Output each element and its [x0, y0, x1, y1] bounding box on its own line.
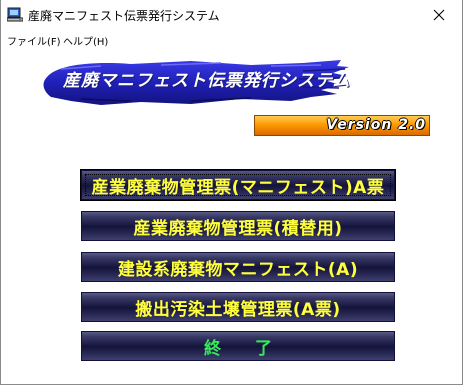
app-icon[interactable]: [6, 7, 24, 27]
app-window: 産廃マニフェスト伝票発行システム ファイル(F) ヘルプ(H) 産廃マニフェスト…: [0, 0, 463, 385]
version-label: Version 2.0: [326, 117, 426, 133]
contaminated-soil-button[interactable]: 搬出汚染土壌管理票(A票): [81, 292, 395, 322]
manifest-a-button[interactable]: 産業廃棄物管理票(マニフェスト)A票: [80, 169, 396, 201]
window-title: 産廃マニフェスト伝票発行システム: [28, 9, 220, 23]
transshipment-manifest-button[interactable]: 産業廃棄物管理票(積替用): [81, 211, 395, 241]
button-label: 産業廃棄物管理票(積替用): [133, 218, 343, 239]
close-button[interactable]: [416, 0, 462, 30]
menu-file[interactable]: ファイル(F): [7, 33, 61, 48]
button-label: 産業廃棄物管理票(マニフェスト)A票: [91, 177, 385, 198]
title-bar[interactable]: 産廃マニフェスト伝票発行システム: [1, 0, 462, 30]
banner-title: 産廃マニフェスト伝票発行システム: [63, 71, 351, 91]
button-label: 建設系廃棄物マニフェスト(A): [117, 259, 359, 280]
close-icon: [433, 9, 445, 21]
menu-bar: ファイル(F) ヘルプ(H): [1, 30, 462, 49]
menu-help[interactable]: ヘルプ(H): [63, 33, 108, 48]
button-label: 終 了: [204, 338, 272, 359]
construction-manifest-button[interactable]: 建設系廃棄物マニフェスト(A): [81, 252, 395, 282]
button-label: 搬出汚染土壌管理票(A票): [135, 299, 341, 320]
main-panel: 産廃マニフェスト伝票発行システム Version 2.0 産業廃棄物管理票(マニ…: [1, 49, 462, 384]
exit-button[interactable]: 終 了: [81, 331, 395, 361]
